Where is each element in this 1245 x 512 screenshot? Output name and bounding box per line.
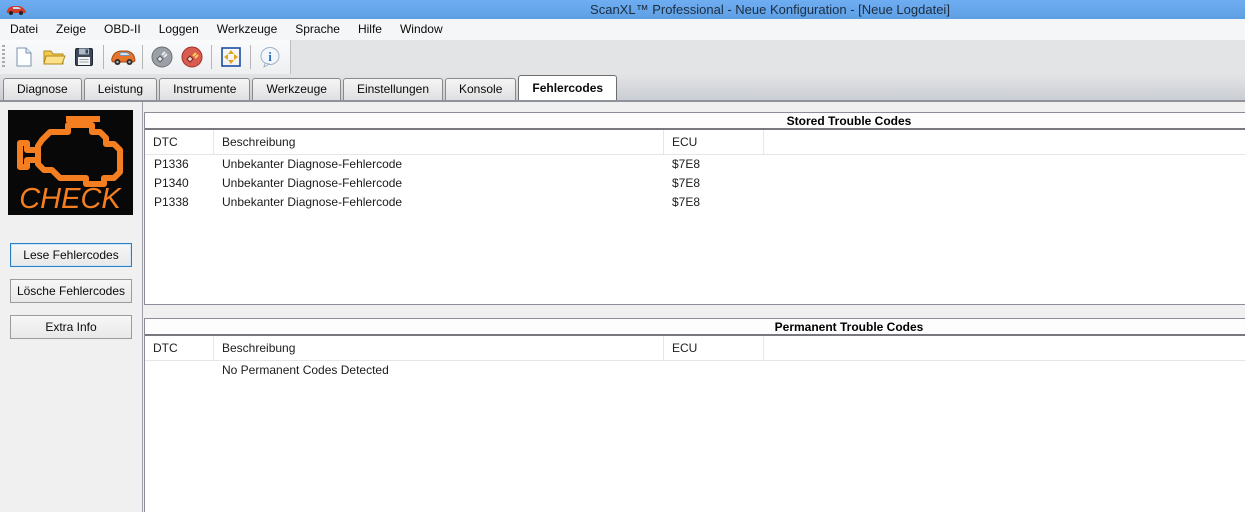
connect-plug-icon <box>150 45 174 69</box>
menu-obd-ii[interactable]: OBD-II <box>95 19 150 40</box>
title-bar: ScanXL™ Professional - Neue Konfiguratio… <box>0 0 1245 19</box>
tab-bar: Diagnose Leistung Instrumente Werkzeuge … <box>0 74 1245 102</box>
column-header-beschreibung[interactable]: Beschreibung <box>213 336 663 360</box>
new-file-icon <box>13 46 35 68</box>
ecu-cell: $7E8 <box>663 174 763 193</box>
stored-codes-title: Stored Trouble Codes <box>145 113 1245 130</box>
description-cell: Unbekanter Diagnose-Fehlercode <box>213 193 663 212</box>
column-header-empty <box>763 336 1245 360</box>
car-icon <box>110 46 136 68</box>
info-icon: i <box>258 45 282 69</box>
no-permanent-codes-message: No Permanent Codes Detected <box>213 361 663 380</box>
dtc-cell: P1338 <box>145 193 213 212</box>
column-header-dtc[interactable]: DTC <box>145 130 213 154</box>
description-cell: Unbekanter Diagnose-Fehlercode <box>213 155 663 174</box>
check-engine-lamp-image: CHECK <box>8 110 133 215</box>
permanent-trouble-codes-panel: Permanent Trouble Codes DTC Beschreibung… <box>144 318 1245 512</box>
main-panel: Stored Trouble Codes DTC Beschreibung EC… <box>143 102 1245 512</box>
column-header-empty <box>763 130 1245 154</box>
tab-instrumente[interactable]: Instrumente <box>159 78 250 100</box>
toolbar-separator <box>103 45 104 69</box>
open-file-button[interactable] <box>40 43 68 71</box>
permanent-codes-header-row: DTC Beschreibung ECU <box>145 336 1245 361</box>
tab-diagnose[interactable]: Diagnose <box>3 78 82 100</box>
connect-button[interactable] <box>148 43 176 71</box>
disconnect-button[interactable] <box>178 43 206 71</box>
tab-fehlercodes[interactable]: Fehlercodes <box>518 75 617 100</box>
toolbar-separator <box>211 45 212 69</box>
trouble-code-row[interactable]: P1336 Unbekanter Diagnose-Fehlercode $7E… <box>145 155 1245 174</box>
stored-codes-header-row: DTC Beschreibung ECU <box>145 130 1245 155</box>
info-button[interactable]: i <box>256 43 284 71</box>
empty-state-row: No Permanent Codes Detected <box>145 361 1245 380</box>
toolbar-separator <box>142 45 143 69</box>
dtc-cell <box>145 361 213 380</box>
menu-werkzeuge[interactable]: Werkzeuge <box>208 19 286 40</box>
tab-konsole[interactable]: Konsole <box>445 78 516 100</box>
app-car-icon[interactable] <box>5 3 27 16</box>
stored-trouble-codes-panel: Stored Trouble Codes DTC Beschreibung EC… <box>144 112 1245 305</box>
ecu-cell: $7E8 <box>663 193 763 212</box>
sidebar: CHECK Lese Fehlercodes Lösche Fehlercode… <box>0 102 143 512</box>
column-header-ecu[interactable]: ECU <box>663 336 763 360</box>
toolbar-band: i <box>0 40 291 74</box>
menu-datei[interactable]: Datei <box>1 19 47 40</box>
read-fault-codes-button[interactable]: Lese Fehlercodes <box>10 243 132 267</box>
clear-fault-codes-button[interactable]: Lösche Fehlercodes <box>10 279 132 303</box>
menu-zeige[interactable]: Zeige <box>47 19 95 40</box>
dtc-cell: P1336 <box>145 155 213 174</box>
menu-bar: Datei Zeige OBD-II Loggen Werkzeuge Spra… <box>0 19 1245 40</box>
window-title: ScanXL™ Professional - Neue Konfiguratio… <box>0 0 1245 19</box>
trouble-code-row[interactable]: P1338 Unbekanter Diagnose-Fehlercode $7E… <box>145 193 1245 212</box>
save-icon <box>73 46 95 68</box>
column-header-beschreibung[interactable]: Beschreibung <box>213 130 663 154</box>
toolbar-grip-handle[interactable] <box>2 45 5 69</box>
tab-werkzeuge[interactable]: Werkzeuge <box>252 78 340 100</box>
open-folder-icon <box>42 46 66 68</box>
extra-info-button[interactable]: Extra Info <box>10 315 132 339</box>
svg-text:i: i <box>268 49 272 64</box>
menu-sprache[interactable]: Sprache <box>286 19 349 40</box>
dashboard-layout-icon <box>219 45 243 69</box>
vehicle-connect-button[interactable] <box>109 43 137 71</box>
menu-loggen[interactable]: Loggen <box>150 19 208 40</box>
tab-leistung[interactable]: Leistung <box>84 78 157 100</box>
save-button[interactable] <box>70 43 98 71</box>
dtc-cell: P1340 <box>145 174 213 193</box>
menu-window[interactable]: Window <box>391 19 452 40</box>
check-engine-label: CHECK <box>19 183 122 215</box>
new-file-button[interactable] <box>10 43 38 71</box>
column-header-dtc[interactable]: DTC <box>145 336 213 360</box>
dashboard-layout-button[interactable] <box>217 43 245 71</box>
menu-hilfe[interactable]: Hilfe <box>349 19 391 40</box>
toolbar: i <box>0 40 1245 74</box>
disconnect-plug-icon <box>180 45 204 69</box>
description-cell: Unbekanter Diagnose-Fehlercode <box>213 174 663 193</box>
content-area: CHECK Lese Fehlercodes Lösche Fehlercode… <box>0 102 1245 512</box>
permanent-codes-title: Permanent Trouble Codes <box>145 319 1245 336</box>
toolbar-separator <box>250 45 251 69</box>
tab-einstellungen[interactable]: Einstellungen <box>343 78 443 100</box>
column-header-ecu[interactable]: ECU <box>663 130 763 154</box>
ecu-cell: $7E8 <box>663 155 763 174</box>
trouble-code-row[interactable]: P1340 Unbekanter Diagnose-Fehlercode $7E… <box>145 174 1245 193</box>
